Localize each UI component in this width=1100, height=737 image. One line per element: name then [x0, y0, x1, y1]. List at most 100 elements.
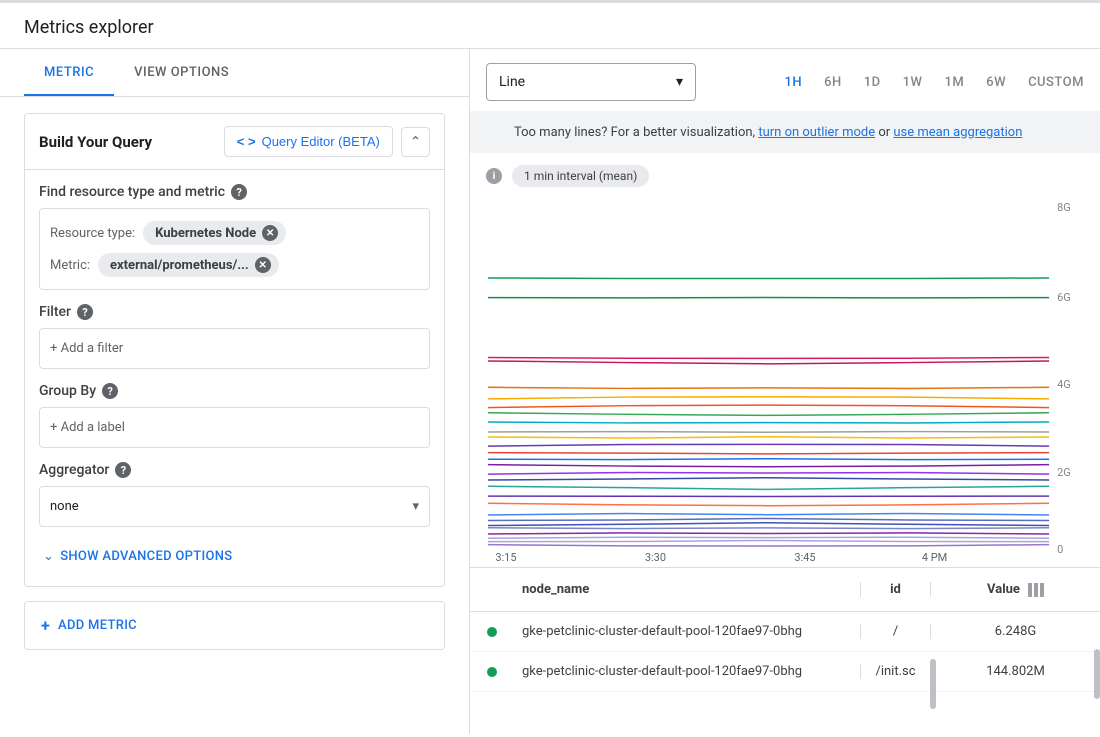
range-1w[interactable]: 1W	[903, 75, 923, 90]
plus-icon: +	[41, 616, 50, 635]
range-1d[interactable]: 1D	[864, 75, 881, 90]
chart-type-select[interactable]: Line ▾	[486, 63, 696, 101]
legend-col-value[interactable]: Value	[987, 582, 1020, 597]
table-row[interactable]: gke-petclinic-cluster-default-pool-120fa…	[470, 652, 1100, 692]
show-advanced-label: SHOW ADVANCED OPTIONS	[60, 549, 232, 564]
chart-series-line[interactable]	[488, 413, 1049, 416]
filter-input[interactable]: + Add a filter	[39, 328, 430, 369]
chart-series-line[interactable]	[488, 478, 1049, 480]
chart-series-line[interactable]	[488, 432, 1049, 433]
query-editor-button[interactable]: < > Query Editor (BETA)	[224, 126, 393, 157]
info-icon[interactable]: i	[486, 168, 502, 184]
x-tick: 3:30	[645, 551, 666, 563]
tab-metric[interactable]: METRIC	[24, 49, 114, 96]
left-tabs: METRIC VIEW OPTIONS	[0, 49, 469, 97]
page-title: Metrics explorer	[0, 3, 1100, 48]
help-icon[interactable]: ?	[77, 304, 93, 320]
close-icon[interactable]: ✕	[255, 257, 271, 273]
range-6h[interactable]: 6H	[824, 75, 842, 90]
help-icon[interactable]: ?	[231, 184, 247, 200]
query-editor-label: Query Editor (BETA)	[262, 134, 380, 149]
range-custom[interactable]: CUSTOM	[1028, 75, 1084, 90]
columns-icon[interactable]	[1028, 583, 1044, 597]
metric-input-box[interactable]: Resource type: Kubernetes Node ✕ Metric:…	[39, 208, 430, 290]
time-range-picker: 1H 6H 1D 1W 1M 6W CUSTOM	[784, 75, 1084, 90]
scrollbar-thumb[interactable]	[930, 659, 936, 709]
aggregator-select[interactable]: none ▾	[39, 486, 430, 527]
metric-prefix: Metric:	[50, 258, 90, 273]
chart-series-line[interactable]	[488, 444, 1049, 446]
range-1h[interactable]: 1H	[784, 75, 802, 90]
range-6w[interactable]: 6W	[986, 75, 1006, 90]
warning-text-mid: or	[878, 125, 893, 140]
chart-series-line[interactable]	[488, 537, 1049, 538]
metric-chip[interactable]: external/prometheus/... ✕	[98, 253, 279, 277]
legend-value: 144.802M	[930, 664, 1100, 679]
y-tick: 0	[1057, 543, 1063, 556]
mean-aggregation-link[interactable]: use mean aggregation	[893, 125, 1022, 140]
series-color-dot	[487, 627, 497, 637]
warning-icon	[486, 121, 504, 143]
chart-series-line[interactable]	[488, 397, 1049, 399]
add-metric-button[interactable]: + ADD METRIC	[24, 601, 445, 650]
line-chart[interactable]: 8G 6G 4G 2G 0 3:15 3:30 3:45 4 PM	[486, 193, 1084, 563]
scrollbar-thumb[interactable]	[1094, 649, 1100, 699]
chart-series-line[interactable]	[488, 523, 1049, 526]
chart-series-line[interactable]	[488, 465, 1049, 467]
chart-series-line[interactable]	[488, 503, 1049, 505]
groupby-label: Group By	[39, 383, 96, 399]
chart-series-line[interactable]	[488, 405, 1049, 407]
legend-id: /init.sc	[860, 664, 930, 679]
y-tick: 6G	[1057, 291, 1071, 304]
chart-series-line[interactable]	[488, 459, 1049, 460]
chart-series-line[interactable]	[488, 473, 1049, 475]
aggregator-value: none	[50, 499, 79, 514]
chevron-down-icon: ▾	[412, 499, 419, 514]
legend-col-id[interactable]: id	[860, 582, 930, 597]
chart-series-line[interactable]	[488, 533, 1049, 534]
chart-series-line[interactable]	[488, 545, 1049, 546]
collapse-query-button[interactable]: ⌃	[401, 127, 430, 157]
outlier-mode-link[interactable]: turn on outlier mode	[758, 125, 875, 140]
warning-text: Too many lines? For a better visualizati…	[514, 125, 755, 140]
legend-table: node_name id Value gke-petclinic-cluster…	[470, 567, 1100, 692]
resource-type-prefix: Resource type:	[50, 226, 135, 241]
groupby-input[interactable]: + Add a label	[39, 407, 430, 448]
help-icon[interactable]: ?	[102, 383, 118, 399]
chart-series-line[interactable]	[488, 528, 1049, 529]
y-tick: 8G	[1057, 201, 1071, 214]
warning-banner: Too many lines? For a better visualizati…	[470, 111, 1100, 153]
chart-type-value: Line	[499, 74, 525, 90]
legend-node-name: gke-petclinic-cluster-default-pool-120fa…	[514, 624, 860, 639]
close-icon[interactable]: ✕	[262, 225, 278, 241]
show-advanced-link[interactable]: ⌄ SHOW ADVANCED OPTIONS	[39, 541, 430, 572]
chart-series-line[interactable]	[488, 422, 1049, 423]
legend-col-node[interactable]: node_name	[514, 582, 860, 597]
find-metric-label: Find resource type and metric	[39, 184, 225, 200]
x-tick: 3:45	[794, 551, 815, 563]
chart-series-line[interactable]	[488, 453, 1049, 454]
interval-chip: 1 min interval (mean)	[512, 165, 649, 187]
x-tick: 4 PM	[922, 551, 947, 563]
resource-type-chip-text: Kubernetes Node	[155, 226, 256, 241]
chart-series-line[interactable]	[488, 358, 1049, 359]
chart-series-line[interactable]	[488, 387, 1049, 388]
chart-series-line[interactable]	[488, 437, 1049, 438]
chart-series-line[interactable]	[488, 518, 1049, 520]
chevron-down-icon: ▾	[676, 74, 683, 90]
resource-type-chip[interactable]: Kubernetes Node ✕	[143, 221, 286, 245]
chart-series-line[interactable]	[488, 540, 1049, 541]
chart-series-line[interactable]	[488, 514, 1049, 515]
table-row[interactable]: gke-petclinic-cluster-default-pool-120fa…	[470, 612, 1100, 652]
chart-series-line[interactable]	[488, 278, 1049, 279]
legend-value: 6.248G	[930, 624, 1100, 639]
chart-series-line[interactable]	[488, 486, 1049, 489]
y-tick: 4G	[1057, 378, 1071, 391]
filter-label: Filter	[39, 304, 71, 320]
tab-view-options[interactable]: VIEW OPTIONS	[114, 49, 249, 96]
aggregator-label: Aggregator	[39, 462, 109, 478]
range-1m[interactable]: 1M	[944, 75, 964, 90]
chart-series-line[interactable]	[488, 361, 1049, 364]
metric-chip-text: external/prometheus/...	[110, 258, 249, 273]
help-icon[interactable]: ?	[115, 462, 131, 478]
